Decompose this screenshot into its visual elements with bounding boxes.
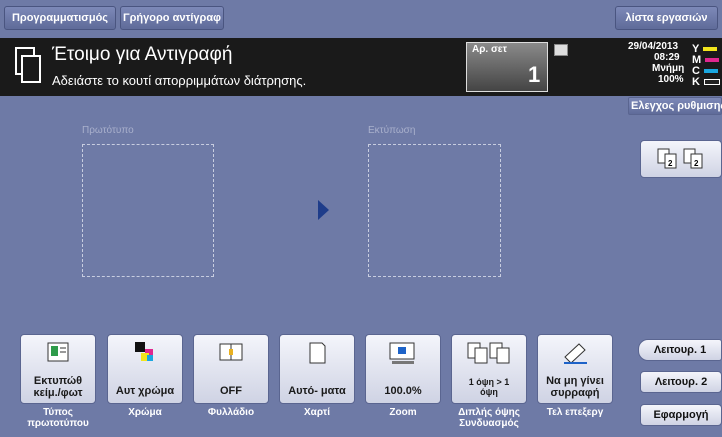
function-button-3[interactable]: OFF <box>193 334 269 404</box>
toner-y: Y <box>692 43 722 55</box>
toner-k: K <box>692 76 722 88</box>
function-button-1[interactable]: Εκτυπώθ κείμ./φωτ <box>20 334 96 404</box>
sets-value: 1 <box>528 62 541 87</box>
finishing-icon <box>538 341 612 365</box>
original-preview <box>82 144 214 277</box>
lock-icon <box>554 44 568 56</box>
svg-text:2: 2 <box>694 159 699 168</box>
output-label: Εκτύπωση <box>368 125 416 136</box>
function-1-tab[interactable]: Λειτουρ. 1 <box>638 339 722 361</box>
function-value: Αυτ χρώμα <box>115 385 175 397</box>
booklet-icon <box>194 341 268 365</box>
duplex-icon <box>452 341 526 365</box>
svg-text:2: 2 <box>668 159 673 168</box>
function-button-6[interactable]: 1 όψη > 1 όψη <box>451 334 527 404</box>
function-value: 1 όψη > 1 όψη <box>468 377 510 397</box>
memory-value: 100% <box>658 74 684 85</box>
function-value: Εκτυπώθ κείμ./φωτ <box>33 375 83 399</box>
function-value: 100.0% <box>384 385 422 397</box>
function-value: Αυτό- ματα <box>288 385 346 397</box>
job-list-button[interactable]: λίστα εργασιών <box>615 6 718 30</box>
status-title: Έτοιμο για Αντιγραφή <box>52 44 233 65</box>
function-caption: Χαρτί <box>304 407 330 418</box>
duplex-icon: 2 2 <box>657 148 705 170</box>
sets-label: Αρ. σετ <box>472 44 508 55</box>
function-2-tab[interactable]: Λειτουρ. 2 <box>640 371 722 393</box>
function-caption: Χρώμα <box>128 407 162 418</box>
function-value: Να μη γίνει συρραφή <box>546 375 604 399</box>
check-settings-button[interactable]: Ελεγχος ρυθμισης <box>628 97 722 115</box>
function-caption: Zoom <box>389 407 417 418</box>
zoom-icon <box>366 341 440 365</box>
date: 29/04/2013 <box>628 41 679 52</box>
original-label: Πρωτότυπο <box>82 125 134 136</box>
copy-icon <box>14 46 42 86</box>
function-value: OFF <box>220 385 242 397</box>
duplex-shortcut-button[interactable]: 2 2 <box>640 140 722 178</box>
color-icon <box>108 341 182 365</box>
function-caption: Τύπος πρωτοτύπου <box>27 407 89 429</box>
memory-label: Μνήμη <box>652 63 685 74</box>
time: 08:29 <box>654 52 680 63</box>
quick-copy-button[interactable]: Γρήγορο αντίγραφ <box>120 6 224 30</box>
function-button-7[interactable]: Να μη γίνει συρραφή <box>537 334 613 404</box>
toner-levels: YMCK <box>692 43 722 88</box>
arrow-right-icon <box>318 200 329 220</box>
toner-c: C <box>692 65 722 77</box>
programming-button[interactable]: Προγραμματισμός <box>4 6 116 30</box>
function-caption: Φυλλάδιο <box>207 407 255 418</box>
paper-icon <box>280 341 354 365</box>
toner-m: M <box>692 54 722 66</box>
function-button-2[interactable]: Αυτ χρώμα <box>107 334 183 404</box>
function-button-5[interactable]: 100.0% <box>365 334 441 404</box>
function-caption: Διπλής όψης Συνδυασμός <box>458 407 520 429</box>
original-type-icon <box>21 341 95 365</box>
status-message: Αδειάστε το κουτί απορριμμάτων διάτρησης… <box>52 73 307 88</box>
apply-button[interactable]: Εφαρμογή <box>640 404 722 426</box>
function-button-4[interactable]: Αυτό- ματα <box>279 334 355 404</box>
output-preview <box>368 144 501 277</box>
function-caption: Τελ επεξεργ <box>546 407 604 418</box>
